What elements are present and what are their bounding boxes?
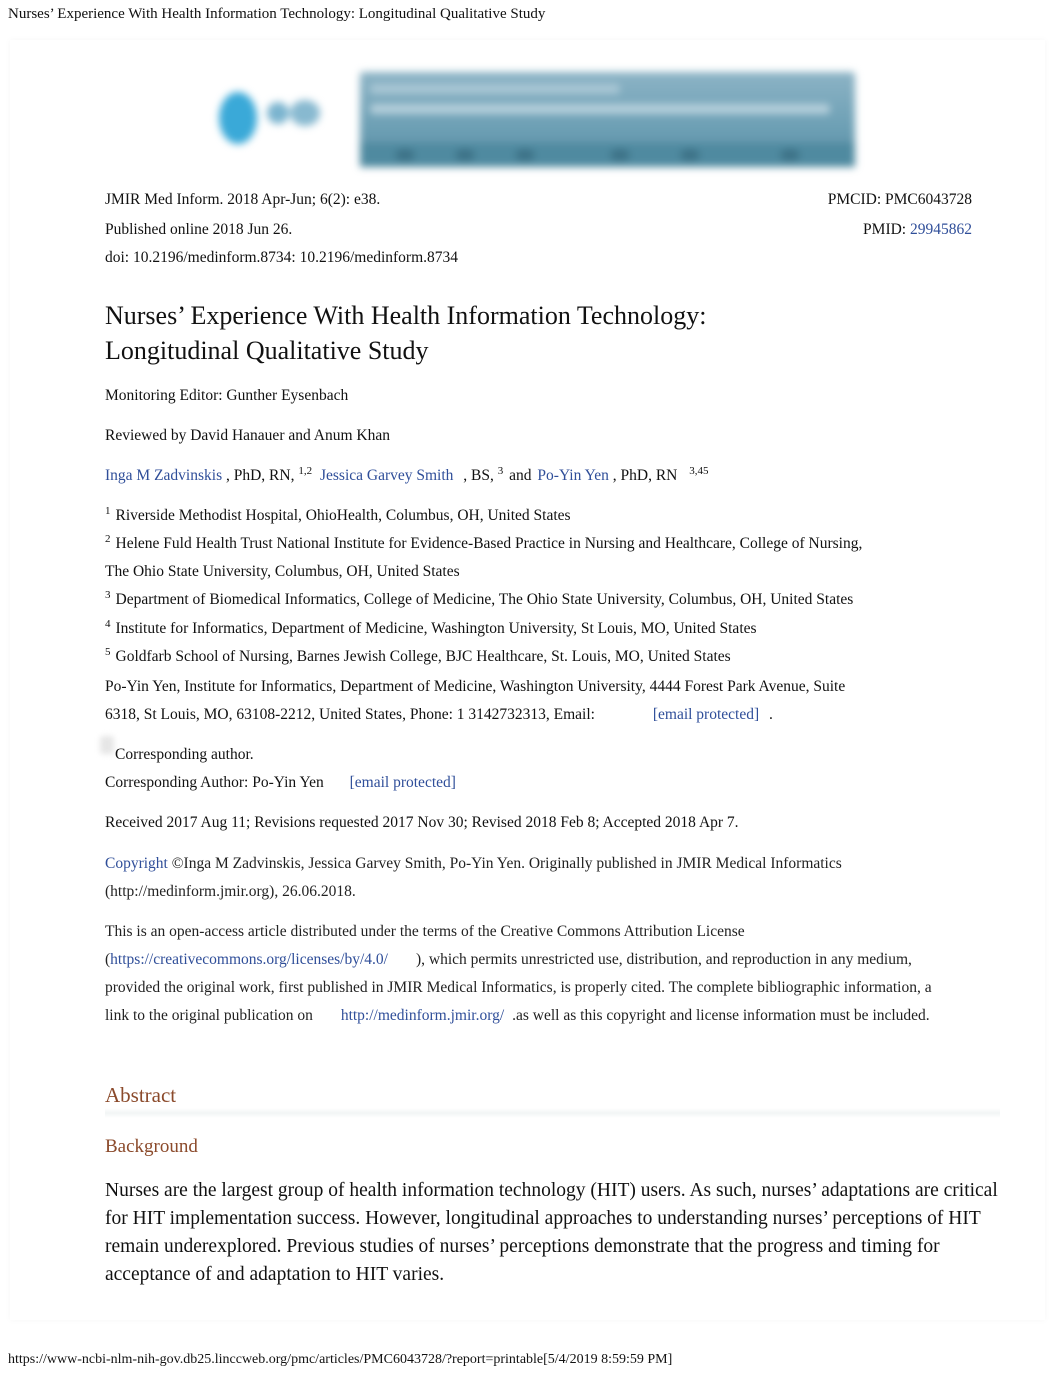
affiliation-text: Institute for Informatics, Department of… bbox=[115, 620, 757, 637]
affiliation-continued: The Ohio State University, Columbus, OH,… bbox=[105, 563, 460, 580]
affiliation: 2 Helene Fuld Health Trust National Insti… bbox=[105, 533, 863, 553]
pmid-label: PMID: bbox=[863, 221, 910, 238]
banner-nav-item bbox=[515, 149, 535, 161]
title-line-1: Nurses’ Experience With Health Informati… bbox=[105, 301, 707, 330]
journal-citation: JMIR Med Inform. 2018 Apr-Jun; 6(2): e38… bbox=[105, 191, 381, 208]
jmir-logo-icon bbox=[219, 92, 257, 144]
license-statement: This is an open-access article distribut… bbox=[105, 918, 940, 1030]
print-footer-url: https://www-ncbi-nlm-nih-gov.db25.linccw… bbox=[8, 1352, 673, 1367]
author-affiliation-ref[interactable]: 1,2 bbox=[298, 465, 312, 477]
affiliation: 4 Institute for Informatics, Department o… bbox=[105, 618, 757, 638]
contact-line: 6318, St Louis, MO, 63108-2212, United S… bbox=[105, 706, 595, 723]
trailing-period: . bbox=[769, 706, 773, 723]
author-credentials: , PhD, RN, bbox=[225, 467, 299, 484]
section-divider bbox=[105, 1108, 1000, 1118]
author-credentials: , BS, bbox=[463, 467, 498, 484]
affiliation-text: Helene Fuld Health Trust National Instit… bbox=[115, 535, 863, 552]
corresponding-author-label: Corresponding Author: Po-Yin Yen bbox=[105, 774, 324, 791]
corresponding-author-icon bbox=[100, 736, 114, 754]
affiliation-number: 5 bbox=[105, 646, 111, 658]
creative-commons-link[interactable]: https://creativecommons.org/licenses/by/… bbox=[110, 951, 388, 968]
jmir-link[interactable]: http://medinform.jmir.org/ bbox=[341, 1007, 504, 1024]
published-date: Published online 2018 Jun 26. bbox=[105, 221, 293, 238]
article-history: Received 2017 Aug 11; Revisions requeste… bbox=[105, 814, 739, 831]
affiliation-text: Department of Biomedical Informatics, Co… bbox=[115, 591, 854, 608]
banner-text-line bbox=[370, 84, 620, 94]
affiliation-text: Goldfarb School of Nursing, Barnes Jewis… bbox=[115, 648, 731, 665]
copyright-statement: Copyright ©Inga M Zadvinskis, Jessica Ga… bbox=[105, 850, 965, 906]
title-line-2: Longitudinal Qualitative Study bbox=[105, 336, 429, 365]
pmcid: PMCID: PMC6043728 bbox=[827, 191, 972, 208]
banner-nav-item bbox=[455, 149, 475, 161]
banner-panel bbox=[360, 72, 855, 167]
article-title: Nurses’ Experience With Health Informati… bbox=[105, 298, 805, 368]
print-header-title: Nurses’ Experience With Health Informati… bbox=[8, 6, 546, 22]
author-affiliation-ref[interactable]: 3,45 bbox=[689, 465, 708, 477]
author-link[interactable]: Inga M Zadvinskis bbox=[105, 467, 222, 484]
author-link[interactable]: Po-Yin Yen bbox=[537, 467, 609, 484]
pmid-link[interactable]: 29945862 bbox=[910, 221, 972, 238]
affiliation-number: 1 bbox=[105, 505, 111, 517]
logo-letter bbox=[267, 102, 289, 124]
background-heading: Background bbox=[105, 1136, 198, 1157]
author-credentials: , PhD, RN bbox=[612, 467, 682, 484]
author-list: Inga M Zadvinskis , PhD, RN, 1,2 Jessica… bbox=[105, 465, 709, 485]
license-text: .as well as this copyright and license i… bbox=[512, 1007, 930, 1024]
journal-banner[interactable] bbox=[205, 62, 860, 172]
corresponding-email-link[interactable]: [email protected] bbox=[350, 774, 456, 791]
affiliation: 5 Goldfarb School of Nursing, Barnes Jewi… bbox=[105, 646, 731, 666]
background-text: Nurses are the largest group of health i… bbox=[105, 1180, 998, 1285]
affiliation-number: 2 bbox=[105, 533, 111, 545]
banner-text-line bbox=[370, 104, 830, 114]
banner-nav-item bbox=[780, 149, 800, 161]
copyright-text: ©Inga M Zadvinskis, Jessica Garvey Smith… bbox=[105, 855, 842, 900]
copyright-link[interactable]: Copyright bbox=[105, 855, 168, 872]
banner-nav-item bbox=[610, 149, 630, 161]
author-affiliation-ref[interactable]: 3 bbox=[498, 465, 504, 477]
banner-nav-item bbox=[680, 149, 700, 161]
pmid: PMID: 29945862 bbox=[863, 221, 972, 239]
affiliation: 3 Department of Biomedical Informatics, C… bbox=[105, 589, 854, 609]
doi: doi: 10.2196/medinform.8734: 10.2196/med… bbox=[105, 249, 459, 266]
banner-nav-item bbox=[395, 149, 415, 161]
reviewers: Reviewed by David Hanauer and Anum Khan bbox=[105, 427, 390, 444]
affiliation-number: 4 bbox=[105, 618, 111, 630]
affiliation-text: Riverside Methodist Hospital, OhioHealth… bbox=[115, 507, 571, 524]
corresponding-author-note: Corresponding author. bbox=[115, 746, 254, 763]
monitoring-editor: Monitoring Editor: Gunther Eysenbach bbox=[105, 387, 349, 404]
contact-phone-email: 6318, St Louis, MO, 63108-2212, United S… bbox=[105, 706, 773, 724]
author-link[interactable]: Jessica Garvey Smith bbox=[320, 467, 453, 484]
abstract-heading: Abstract bbox=[105, 1083, 177, 1107]
email-link[interactable]: [email protected] bbox=[653, 706, 759, 723]
affiliation-number: 3 bbox=[105, 589, 111, 601]
author-conjunction: and bbox=[509, 467, 532, 484]
affiliation: 1 Riverside Methodist Hospital, OhioHealt… bbox=[105, 505, 571, 525]
corresponding-author: Corresponding Author: Po-Yin Yen [email … bbox=[105, 774, 456, 792]
contact-address: Po-Yin Yen, Institute for Informatics, D… bbox=[105, 678, 846, 695]
logo-letter bbox=[290, 100, 320, 126]
